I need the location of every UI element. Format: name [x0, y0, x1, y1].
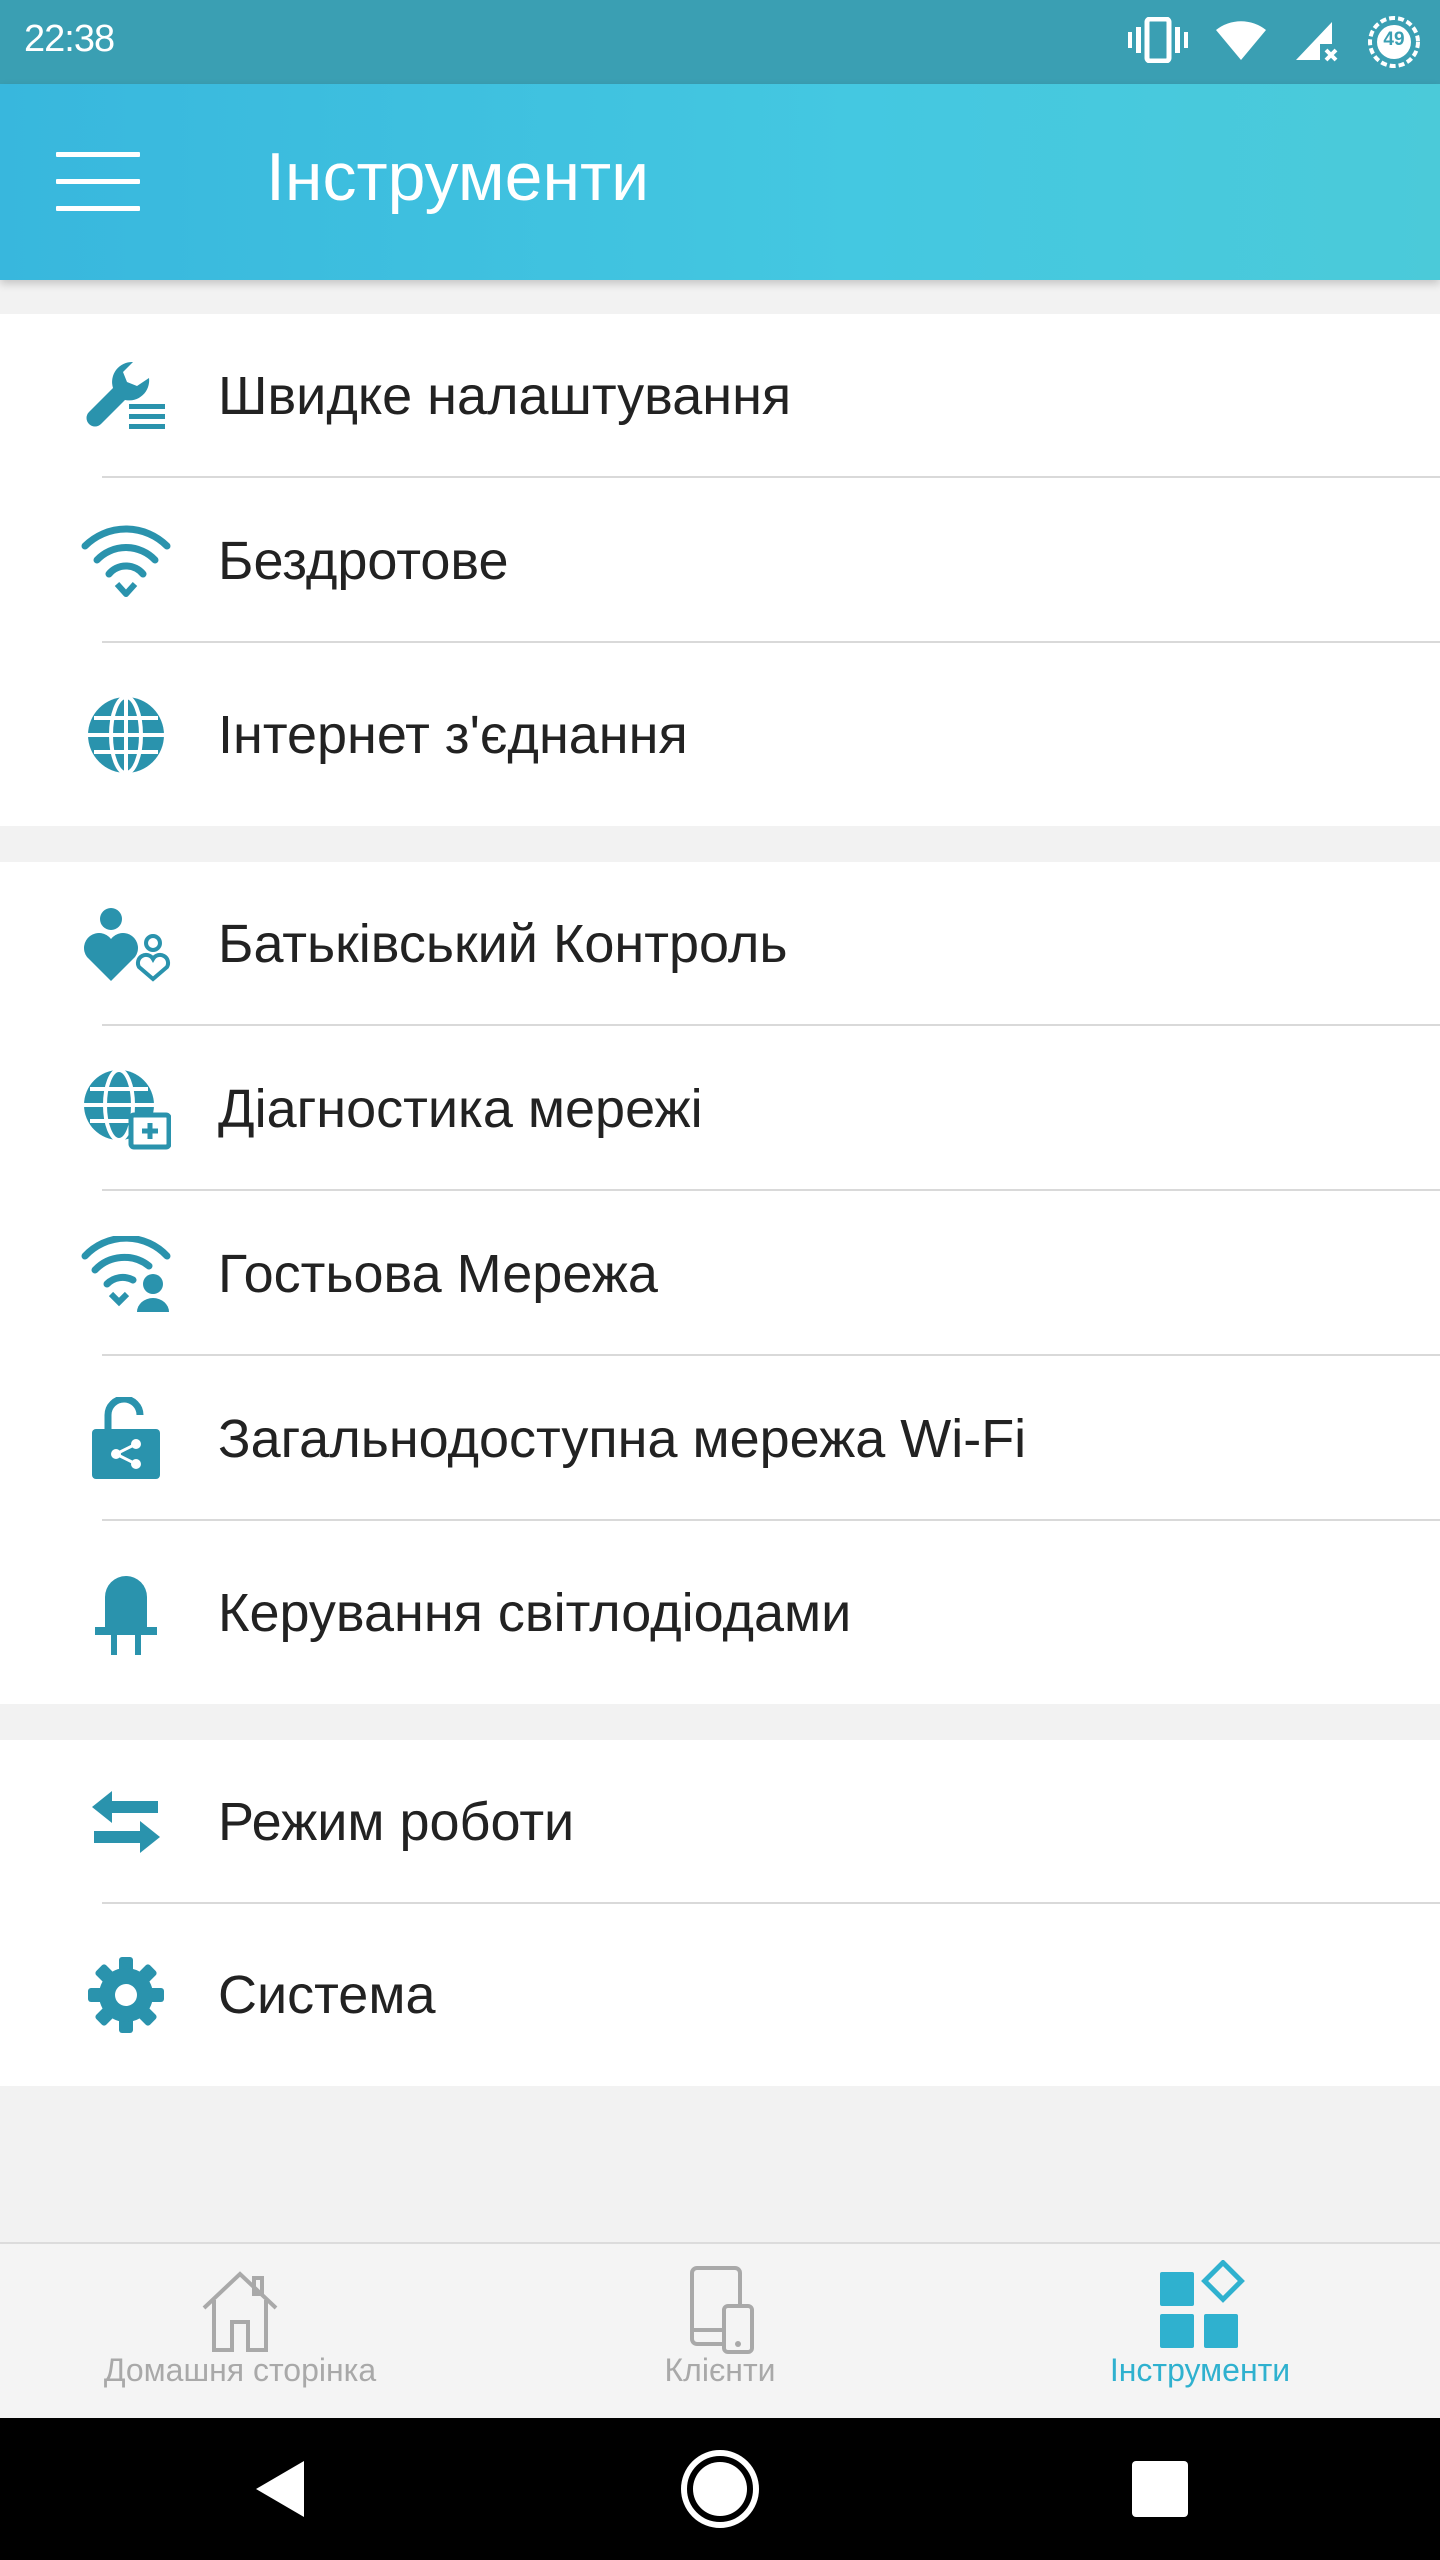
tab-label: Інструменти	[1109, 2352, 1291, 2388]
gear-icon	[78, 1947, 174, 2043]
hamburger-menu-icon[interactable]	[56, 152, 140, 212]
menu-item-operation-mode[interactable]: Режим роботи	[0, 1740, 1440, 1904]
status-bar: 22:38 49	[0, 0, 1440, 84]
home-icon	[192, 2260, 288, 2356]
battery-level: 49	[1383, 29, 1405, 50]
tools-group-1: Швидке налаштування Бездротове Інтернет …	[0, 314, 1440, 826]
menu-item-wireless[interactable]: Бездротове	[0, 478, 1440, 643]
unlock-share-icon	[78, 1391, 174, 1487]
led-icon	[78, 1565, 174, 1661]
wifi-guest-icon	[78, 1226, 174, 1322]
tab-tools[interactable]: Інструменти	[960, 2244, 1440, 2420]
tools-group-2: Батьківський Контроль Діагностика мережі	[0, 862, 1440, 1704]
status-icons: 49	[1128, 14, 1422, 70]
tab-label: Домашня сторінка	[103, 2352, 377, 2388]
menu-item-parental-control[interactable]: Батьківський Контроль	[0, 862, 1440, 1026]
menu-item-led-control[interactable]: Керування світлодіодами	[0, 1521, 1440, 1704]
menu-item-label: Бездротове	[218, 530, 509, 591]
menu-item-label: Гостьова Мережа	[218, 1243, 658, 1304]
bottom-navigation: Домашня сторінка Клієнти Інструменти	[0, 2242, 1440, 2420]
back-icon[interactable]	[200, 2418, 360, 2560]
menu-item-system[interactable]: Система	[0, 1904, 1440, 2086]
battery-icon: 49	[1366, 14, 1422, 70]
parental-control-icon	[78, 896, 174, 992]
app-bar: Інструменти	[0, 84, 1440, 280]
globe-diagnostics-icon	[78, 1061, 174, 1157]
menu-item-label: Діагностика мережі	[218, 1078, 703, 1139]
system-navigation-bar	[0, 2418, 1440, 2560]
tab-clients[interactable]: Клієнти	[480, 2244, 960, 2420]
tab-label: Клієнти	[664, 2352, 776, 2388]
devices-icon	[672, 2260, 768, 2356]
globe-icon	[78, 687, 174, 783]
menu-item-label: Батьківський Контроль	[218, 914, 788, 974]
page-title: Інструменти	[266, 139, 650, 215]
menu-item-public-wifi[interactable]: Загальнодоступна мережа Wi-Fi	[0, 1356, 1440, 1521]
swap-arrows-icon	[78, 1774, 174, 1870]
vibrate-icon	[1128, 16, 1188, 68]
menu-item-internet[interactable]: Інтернет з'єднання	[0, 643, 1440, 826]
wrench-list-icon	[78, 348, 174, 444]
menu-item-label: Режим роботи	[218, 1792, 575, 1852]
tab-home[interactable]: Домашня сторінка	[0, 2244, 480, 2420]
menu-item-label: Загальнодоступна мережа Wi-Fi	[218, 1408, 1027, 1469]
wifi-status-icon	[1214, 18, 1268, 67]
menu-item-network-diagnostics[interactable]: Діагностика мережі	[0, 1026, 1440, 1191]
menu-item-guest-network[interactable]: Гостьова Мережа	[0, 1191, 1440, 1356]
menu-item-label: Інтернет з'єднання	[218, 704, 688, 765]
tools-group-3: Режим роботи Система	[0, 1740, 1440, 2086]
home-circle-icon[interactable]	[640, 2418, 800, 2560]
menu-item-label: Система	[218, 1965, 436, 2025]
status-time: 22:38	[24, 18, 115, 60]
tools-grid-icon	[1152, 2259, 1248, 2356]
cell-signal-no-data-icon	[1294, 18, 1340, 67]
menu-item-quick-setup[interactable]: Швидке налаштування	[0, 314, 1440, 478]
menu-item-label: Швидке налаштування	[218, 366, 792, 426]
recents-icon[interactable]	[1080, 2418, 1240, 2560]
menu-item-label: Керування світлодіодами	[218, 1582, 852, 1643]
wifi-icon	[78, 513, 174, 609]
